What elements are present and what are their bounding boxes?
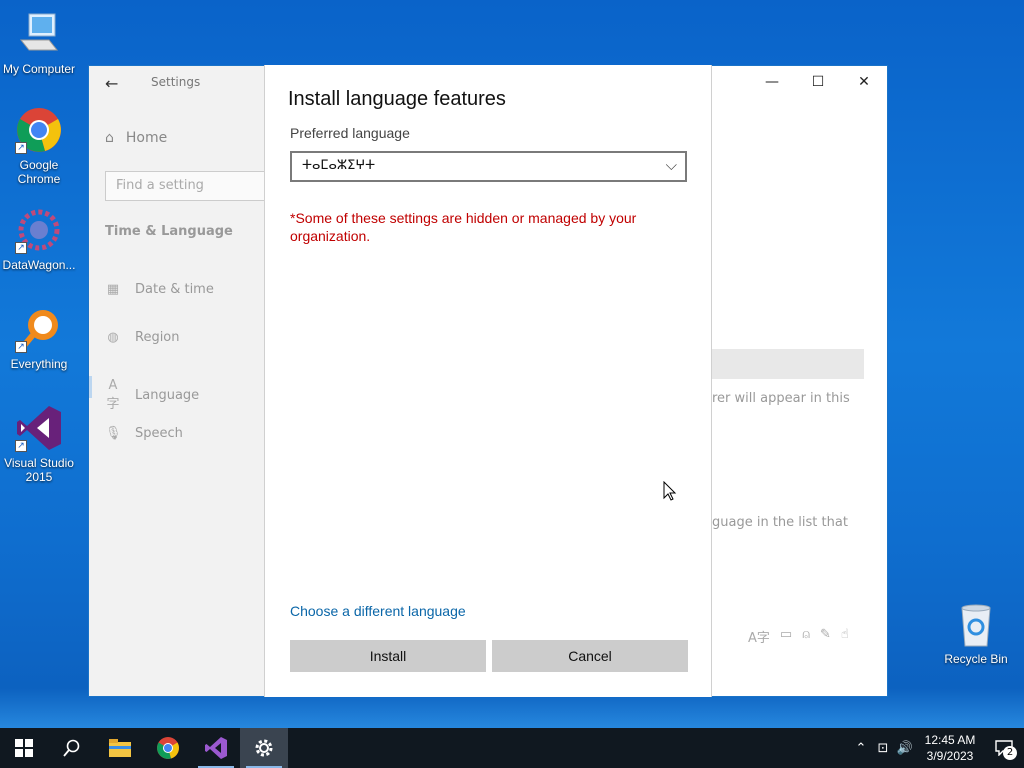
visual-studio-icon bbox=[205, 737, 227, 759]
language-icon: A字 bbox=[106, 378, 120, 412]
taskbar: ⌃ ⊡ 🔊 12:45 AM 3/9/2023 2 bbox=[0, 728, 1024, 768]
chevron-up-icon[interactable]: ⌃ bbox=[850, 741, 872, 756]
desktop-icon-label: Recycle Bin bbox=[944, 652, 1008, 666]
install-button[interactable]: Install bbox=[290, 640, 486, 672]
visual-studio-icon: ↗ bbox=[15, 404, 63, 452]
window-controls: — ☐ ✕ bbox=[749, 66, 887, 98]
home-icon: ⌂ bbox=[105, 130, 114, 146]
nav-item-speech[interactable]: 🎙 Speech bbox=[105, 426, 183, 441]
desktop-icon-my-computer[interactable]: My Computer bbox=[0, 10, 78, 76]
choose-different-language-link[interactable]: Choose a different language bbox=[290, 603, 466, 619]
search-icon bbox=[63, 739, 80, 757]
background-text: guage in the list that bbox=[712, 515, 848, 530]
background-text: rer will appear in this bbox=[712, 391, 850, 406]
chrome-icon bbox=[157, 737, 179, 759]
desktop-icon-everything[interactable]: ↗ Everything bbox=[0, 305, 78, 371]
clock-time: 12:45 AM bbox=[924, 733, 976, 747]
policy-warning: *Some of these settings are hidden or ma… bbox=[290, 210, 637, 244]
maximize-button[interactable]: ☐ bbox=[795, 66, 841, 98]
language-feature-icons: A字 ▭ ⍝ ✎ ☝ bbox=[748, 627, 849, 646]
handwriting-icon: ✎ bbox=[820, 627, 831, 642]
cancel-button[interactable]: Cancel bbox=[492, 640, 688, 672]
nav-item-region[interactable]: ◍ Region bbox=[105, 330, 180, 345]
desktop-icon-chrome[interactable]: ↗ Google Chrome bbox=[0, 106, 78, 186]
preferred-language-label: Preferred language bbox=[290, 125, 410, 141]
desktop-icon-label: Google Chrome bbox=[17, 158, 61, 186]
taskbar-search-button[interactable] bbox=[48, 728, 96, 768]
datawagon-icon: ↗ bbox=[15, 206, 63, 254]
settings-sidebar: ← Settings ⌂ Home Find a setting Time & … bbox=[89, 66, 275, 696]
nav-item-label: Speech bbox=[135, 426, 183, 441]
microphone-icon: ⍝ bbox=[802, 627, 811, 642]
calendar-clock-icon: ▦ bbox=[106, 282, 120, 297]
minimize-button[interactable]: — bbox=[749, 66, 795, 98]
preferred-language-select[interactable]: ⵜⴰⵎⴰⵣⵉⵖⵜ ⌵ bbox=[290, 151, 687, 182]
globe-icon: ◍ bbox=[107, 330, 119, 345]
recycle-bin-icon bbox=[952, 600, 1000, 648]
window-title: Settings bbox=[151, 75, 201, 89]
section-title: Time & Language bbox=[105, 224, 233, 239]
touch-icon: ☝ bbox=[840, 627, 849, 642]
shortcut-arrow-icon: ↗ bbox=[15, 341, 27, 353]
nav-item-label: Language bbox=[135, 387, 200, 403]
background-input-bar bbox=[712, 349, 864, 379]
back-arrow-icon[interactable]: ← bbox=[105, 74, 118, 93]
dialog-title: Install language features bbox=[288, 88, 506, 110]
language-icon: A字 bbox=[748, 631, 770, 646]
shortcut-arrow-icon: ↗ bbox=[15, 142, 27, 154]
shortcut-arrow-icon: ↗ bbox=[15, 440, 27, 452]
nav-item-label: Region bbox=[135, 330, 180, 345]
taskbar-file-explorer[interactable] bbox=[96, 728, 144, 768]
nav-home[interactable]: ⌂ Home bbox=[105, 130, 167, 146]
notification-count-badge: 2 bbox=[1003, 746, 1017, 760]
nav-item-date-time[interactable]: ▦ Date & time bbox=[105, 282, 214, 297]
network-icon[interactable]: ⊡ bbox=[872, 741, 894, 756]
notification-center-button[interactable]: 2 bbox=[984, 728, 1024, 768]
clock[interactable]: 12:45 AM 3/9/2023 bbox=[916, 732, 984, 764]
file-explorer-icon bbox=[109, 739, 131, 757]
desktop-icon-label: Everything bbox=[10, 357, 68, 371]
search-placeholder: Find a setting bbox=[116, 178, 204, 193]
taskbar-settings[interactable] bbox=[240, 728, 288, 768]
chrome-icon: ↗ bbox=[15, 106, 63, 154]
desktop-icon-recycle-bin[interactable]: Recycle Bin bbox=[940, 600, 1012, 666]
search-input[interactable]: Find a setting bbox=[105, 171, 275, 201]
nav-selected-indicator bbox=[89, 376, 92, 398]
selected-language-value: ⵜⴰⵎⴰⵣⵉⵖⵜ bbox=[302, 158, 376, 173]
volume-icon[interactable]: 🔊 bbox=[894, 741, 916, 756]
nav-home-label: Home bbox=[125, 130, 168, 146]
nav-item-label: Date & time bbox=[135, 282, 214, 297]
nav-item-language[interactable]: A字 Language bbox=[105, 378, 199, 412]
desktop-icon-visual-studio[interactable]: ↗ Visual Studio 2015 bbox=[0, 404, 78, 484]
taskbar-chrome[interactable] bbox=[144, 728, 192, 768]
display-icon: ▭ bbox=[779, 627, 793, 642]
close-button[interactable]: ✕ bbox=[841, 66, 887, 98]
computer-icon bbox=[15, 10, 63, 58]
microphone-icon: 🎙 bbox=[105, 426, 122, 441]
desktop-icon-datawagon[interactable]: ↗ DataWagon... bbox=[0, 206, 78, 272]
desktop-icon-label: Visual Studio 2015 bbox=[4, 456, 74, 484]
chevron-down-icon: ⌵ bbox=[665, 156, 677, 174]
system-tray: ⌃ ⊡ 🔊 12:45 AM 3/9/2023 2 bbox=[850, 728, 1024, 768]
clock-date: 3/9/2023 bbox=[926, 749, 974, 763]
windows-start-icon bbox=[15, 739, 33, 757]
settings-gear-icon bbox=[255, 739, 273, 757]
taskbar-visual-studio[interactable] bbox=[192, 728, 240, 768]
desktop-icon-label: DataWagon... bbox=[2, 258, 76, 272]
mouse-cursor-icon bbox=[663, 481, 677, 501]
desktop-icon-label: My Computer bbox=[2, 62, 76, 76]
everything-icon: ↗ bbox=[15, 305, 63, 353]
start-button[interactable] bbox=[0, 728, 48, 768]
shortcut-arrow-icon: ↗ bbox=[15, 242, 27, 254]
install-language-dialog: Install language features Preferred lang… bbox=[264, 65, 712, 697]
